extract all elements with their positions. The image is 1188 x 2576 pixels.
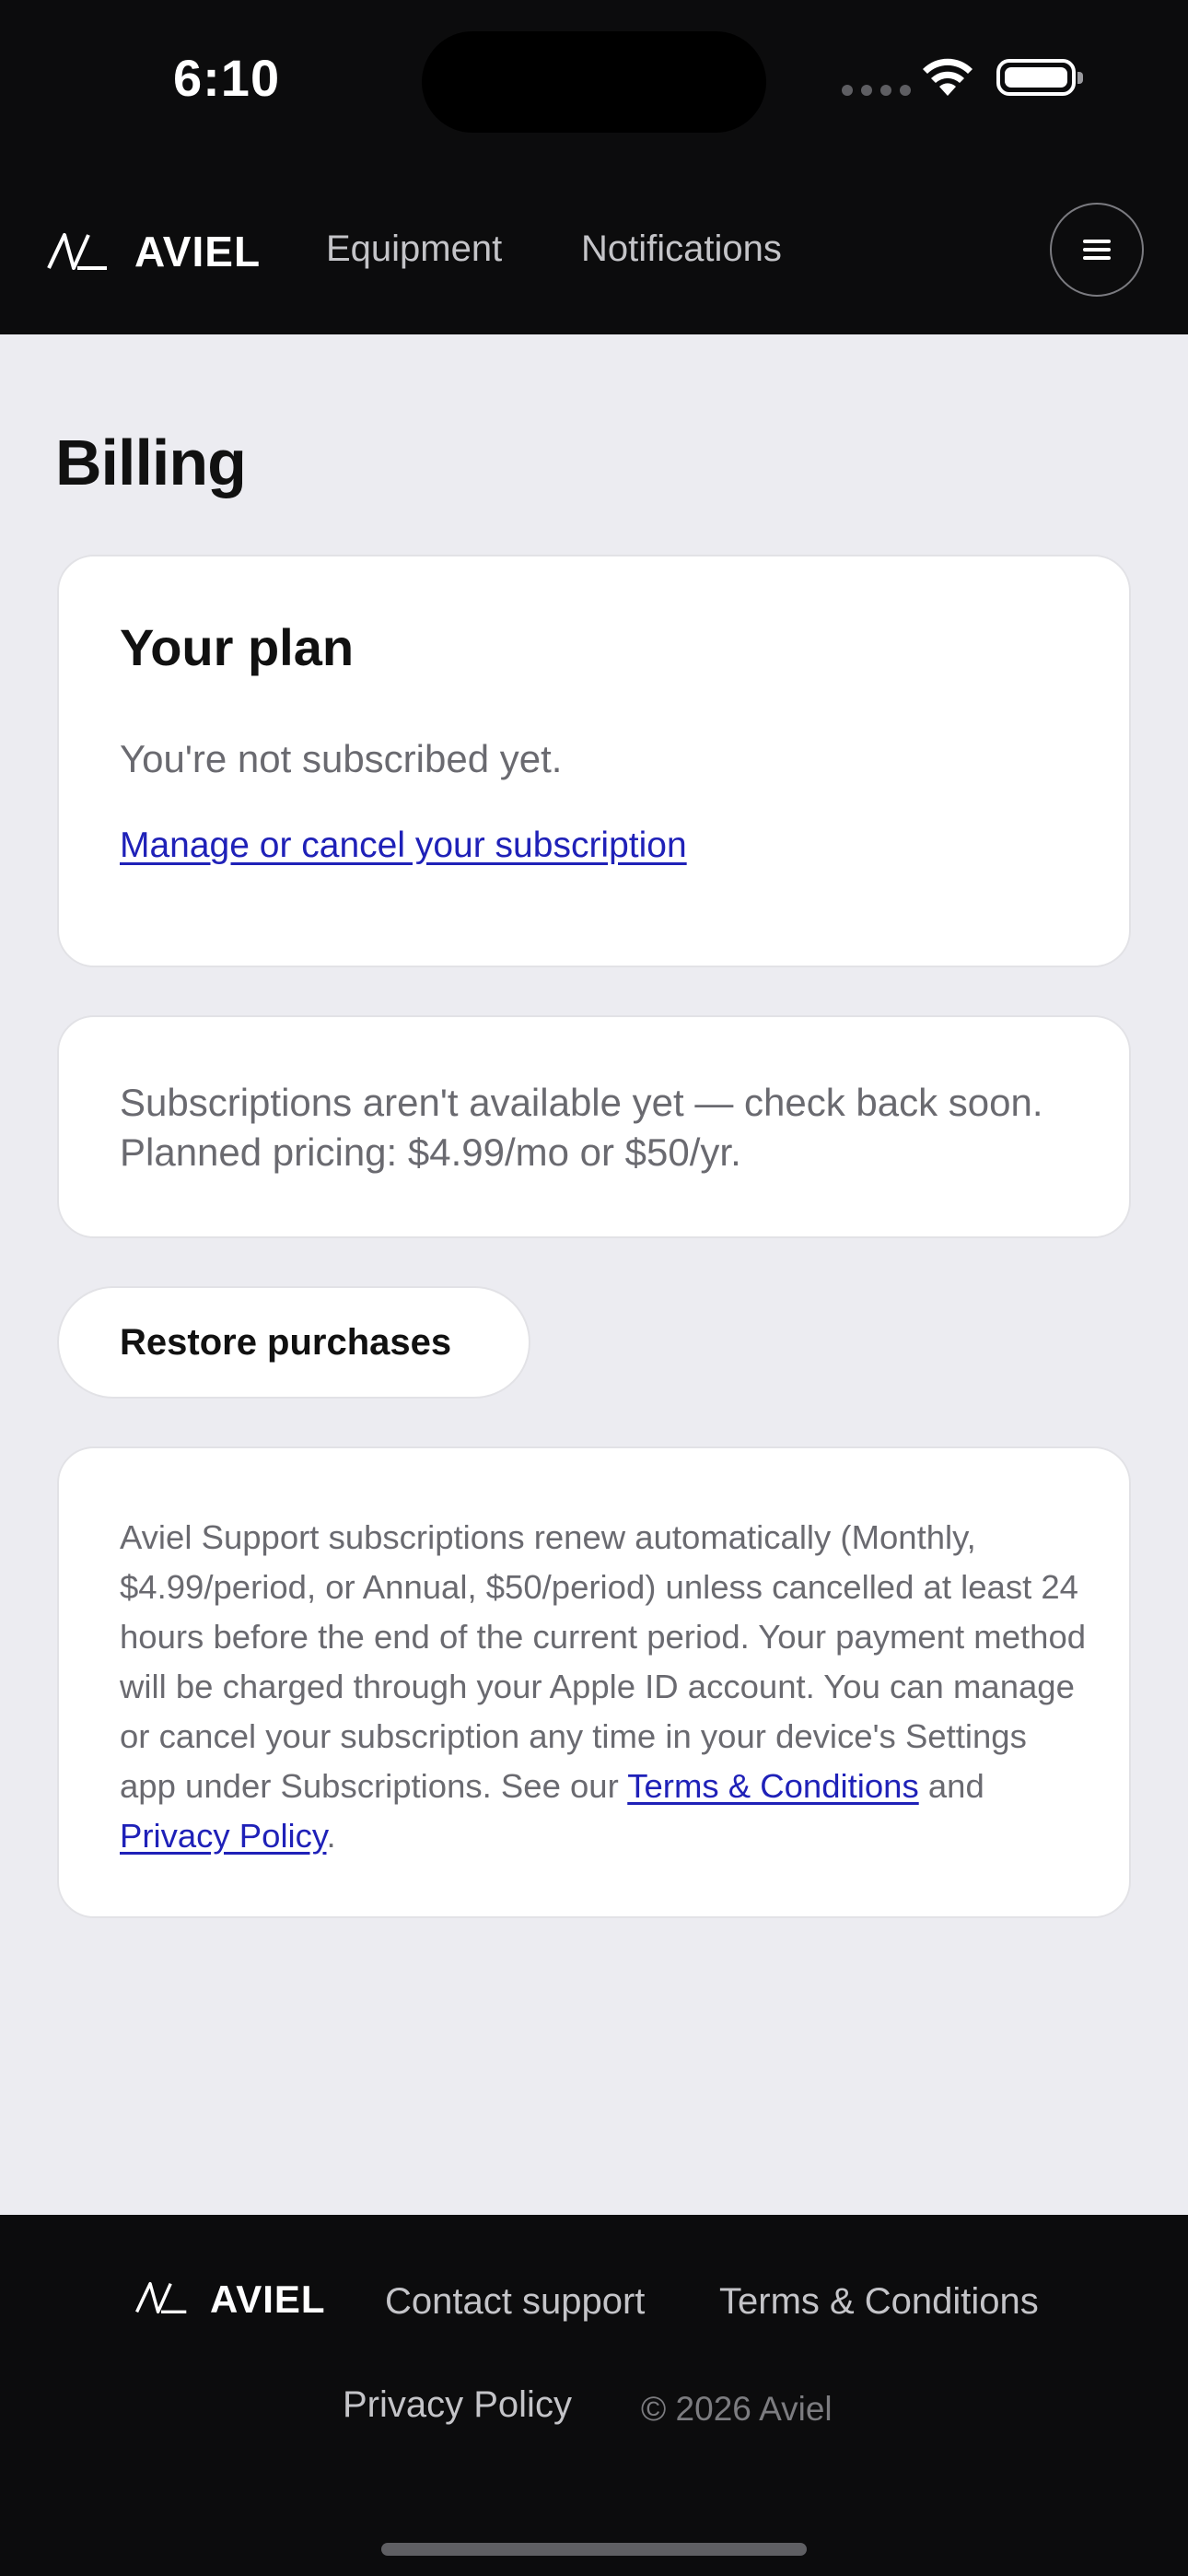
aviel-logo-icon bbox=[134, 2280, 188, 2320]
aviel-logo-icon bbox=[46, 231, 109, 272]
plan-status-text: You're not subscribed yet. bbox=[120, 737, 563, 780]
terms-body: Aviel Support subscriptions renew automa… bbox=[120, 1518, 1087, 1805]
status-bar: 6:10 bbox=[0, 0, 1188, 166]
home-indicator[interactable] bbox=[381, 2543, 807, 2556]
top-nav: AVIEL Equipment Notifications bbox=[0, 166, 1188, 334]
cellular-signal-icon bbox=[842, 85, 911, 96]
footer: AVIEL Contact support Terms & Conditions… bbox=[0, 2215, 1188, 2576]
wifi-icon bbox=[919, 55, 976, 102]
privacy-policy-link[interactable]: Privacy Policy bbox=[120, 1817, 326, 1855]
brand-logo[interactable]: AVIEL bbox=[46, 227, 261, 276]
footer-terms-link[interactable]: Terms & Conditions bbox=[719, 2283, 1039, 2320]
footer-privacy-link[interactable]: Privacy Policy bbox=[343, 2386, 572, 2423]
plan-heading: Your plan bbox=[120, 618, 355, 676]
terms-end: . bbox=[326, 1817, 336, 1855]
footer-brand-name: AVIEL bbox=[210, 2277, 326, 2321]
brand-name: AVIEL bbox=[134, 228, 262, 275]
page-title: Billing bbox=[55, 427, 247, 498]
terms-conditions-link[interactable]: Terms & Conditions bbox=[627, 1767, 918, 1805]
footer-brand-logo[interactable]: AVIEL bbox=[134, 2277, 326, 2322]
status-time: 6:10 bbox=[173, 49, 281, 107]
battery-icon bbox=[996, 59, 1083, 96]
menu-button[interactable] bbox=[1050, 203, 1144, 297]
footer-contact-support-link[interactable]: Contact support bbox=[385, 2283, 645, 2320]
nav-link-equipment[interactable]: Equipment bbox=[326, 230, 502, 267]
subscription-terms-card: Aviel Support subscriptions renew automa… bbox=[57, 1446, 1131, 1918]
subscription-terms-text: Aviel Support subscriptions renew automa… bbox=[120, 1513, 1087, 1861]
dynamic-island bbox=[422, 31, 766, 133]
footer-copyright: © 2026 Aviel bbox=[641, 2390, 833, 2428]
availability-notice-text: Subscriptions aren't available yet — che… bbox=[120, 1081, 1043, 1174]
availability-notice-card: Subscriptions aren't available yet — che… bbox=[57, 1015, 1131, 1238]
plan-card: Your plan You're not subscribed yet. Man… bbox=[57, 555, 1131, 967]
manage-subscription-link[interactable]: Manage or cancel your subscription bbox=[120, 825, 687, 866]
nav-link-notifications[interactable]: Notifications bbox=[581, 230, 782, 267]
terms-joiner: and bbox=[927, 1767, 984, 1805]
hamburger-menu-icon bbox=[1083, 240, 1111, 260]
restore-purchases-button[interactable]: Restore purchases bbox=[57, 1286, 530, 1399]
